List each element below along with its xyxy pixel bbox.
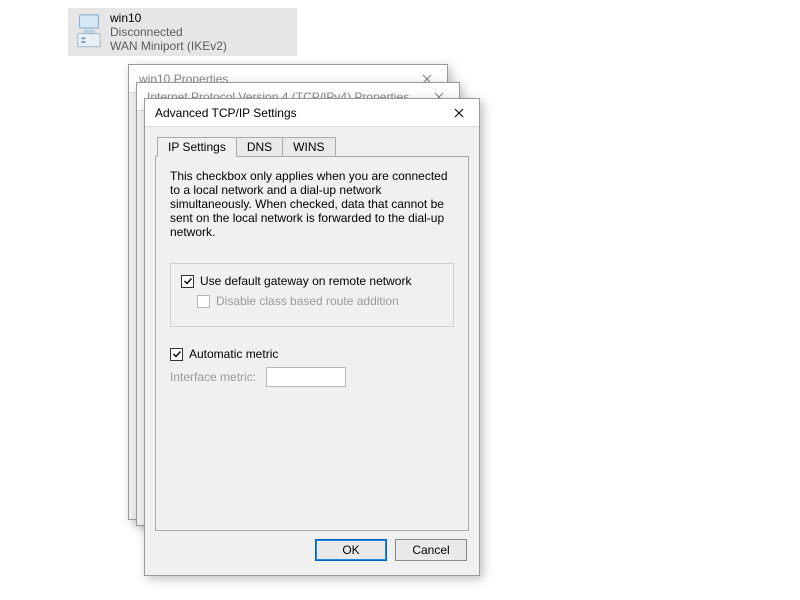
checkbox-automatic-metric[interactable]: Automatic metric bbox=[170, 347, 454, 361]
checkbox-label: Automatic metric bbox=[189, 347, 278, 361]
close-button[interactable] bbox=[439, 99, 479, 127]
connection-text: win10 Disconnected WAN Miniport (IKEv2) bbox=[110, 11, 227, 53]
checkbox-default-gateway[interactable]: Use default gateway on remote network bbox=[181, 274, 443, 288]
tab-wins[interactable]: WINS bbox=[282, 137, 335, 157]
checkbox-class-route: Disable class based route addition bbox=[197, 294, 443, 308]
checkbox-label: Disable class based route addition bbox=[216, 294, 399, 308]
titlebar[interactable]: Advanced TCP/IP Settings bbox=[145, 99, 479, 127]
dialog-title: Advanced TCP/IP Settings bbox=[155, 106, 297, 120]
connection-item[interactable]: win10 Disconnected WAN Miniport (IKEv2) bbox=[68, 8, 297, 56]
ok-button[interactable]: OK bbox=[315, 539, 387, 561]
tab-page-ip-settings: This checkbox only applies when you are … bbox=[155, 156, 469, 531]
dialog-body: IP Settings DNS WINS This checkbox only … bbox=[145, 127, 479, 575]
checkbox-icon bbox=[181, 275, 194, 288]
gateway-group: Use default gateway on remote network Di… bbox=[170, 263, 454, 327]
dialog-advanced-tcpip: Advanced TCP/IP Settings IP Settings DNS… bbox=[144, 98, 480, 576]
checkbox-label: Use default gateway on remote network bbox=[200, 274, 411, 288]
interface-metric-input bbox=[266, 367, 346, 387]
cancel-button[interactable]: Cancel bbox=[395, 539, 467, 561]
checkbox-icon bbox=[197, 295, 210, 308]
tab-strip: IP Settings DNS WINS bbox=[157, 135, 469, 157]
tab-dns[interactable]: DNS bbox=[236, 137, 283, 157]
interface-metric-label: Interface metric: bbox=[170, 370, 256, 384]
connection-device: WAN Miniport (IKEv2) bbox=[110, 39, 227, 53]
tab-ip-settings[interactable]: IP Settings bbox=[157, 137, 237, 157]
connection-status: Disconnected bbox=[110, 25, 227, 39]
dialog-buttons: OK Cancel bbox=[155, 531, 469, 565]
network-adapter-icon bbox=[74, 12, 104, 52]
description-text: This checkbox only applies when you are … bbox=[170, 169, 454, 239]
interface-metric-row: Interface metric: bbox=[170, 367, 454, 387]
checkbox-icon bbox=[170, 348, 183, 361]
connection-name: win10 bbox=[110, 11, 227, 25]
